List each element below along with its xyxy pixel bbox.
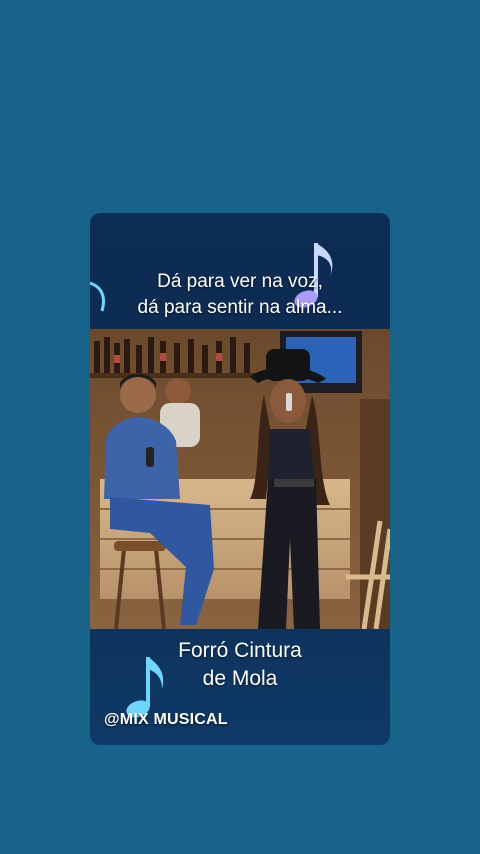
caption-line-1: Dá para ver na voz, bbox=[157, 271, 323, 292]
video-card[interactable]: Dá para ver na voz, dá para sentir na al… bbox=[90, 213, 390, 745]
caption-top: Dá para ver na voz, dá para sentir na al… bbox=[90, 269, 390, 321]
video-frame[interactable] bbox=[90, 329, 390, 629]
caption-line-2: dá para sentir na alma... bbox=[137, 297, 343, 318]
watermark: @MIX MUSICAL bbox=[104, 711, 228, 728]
